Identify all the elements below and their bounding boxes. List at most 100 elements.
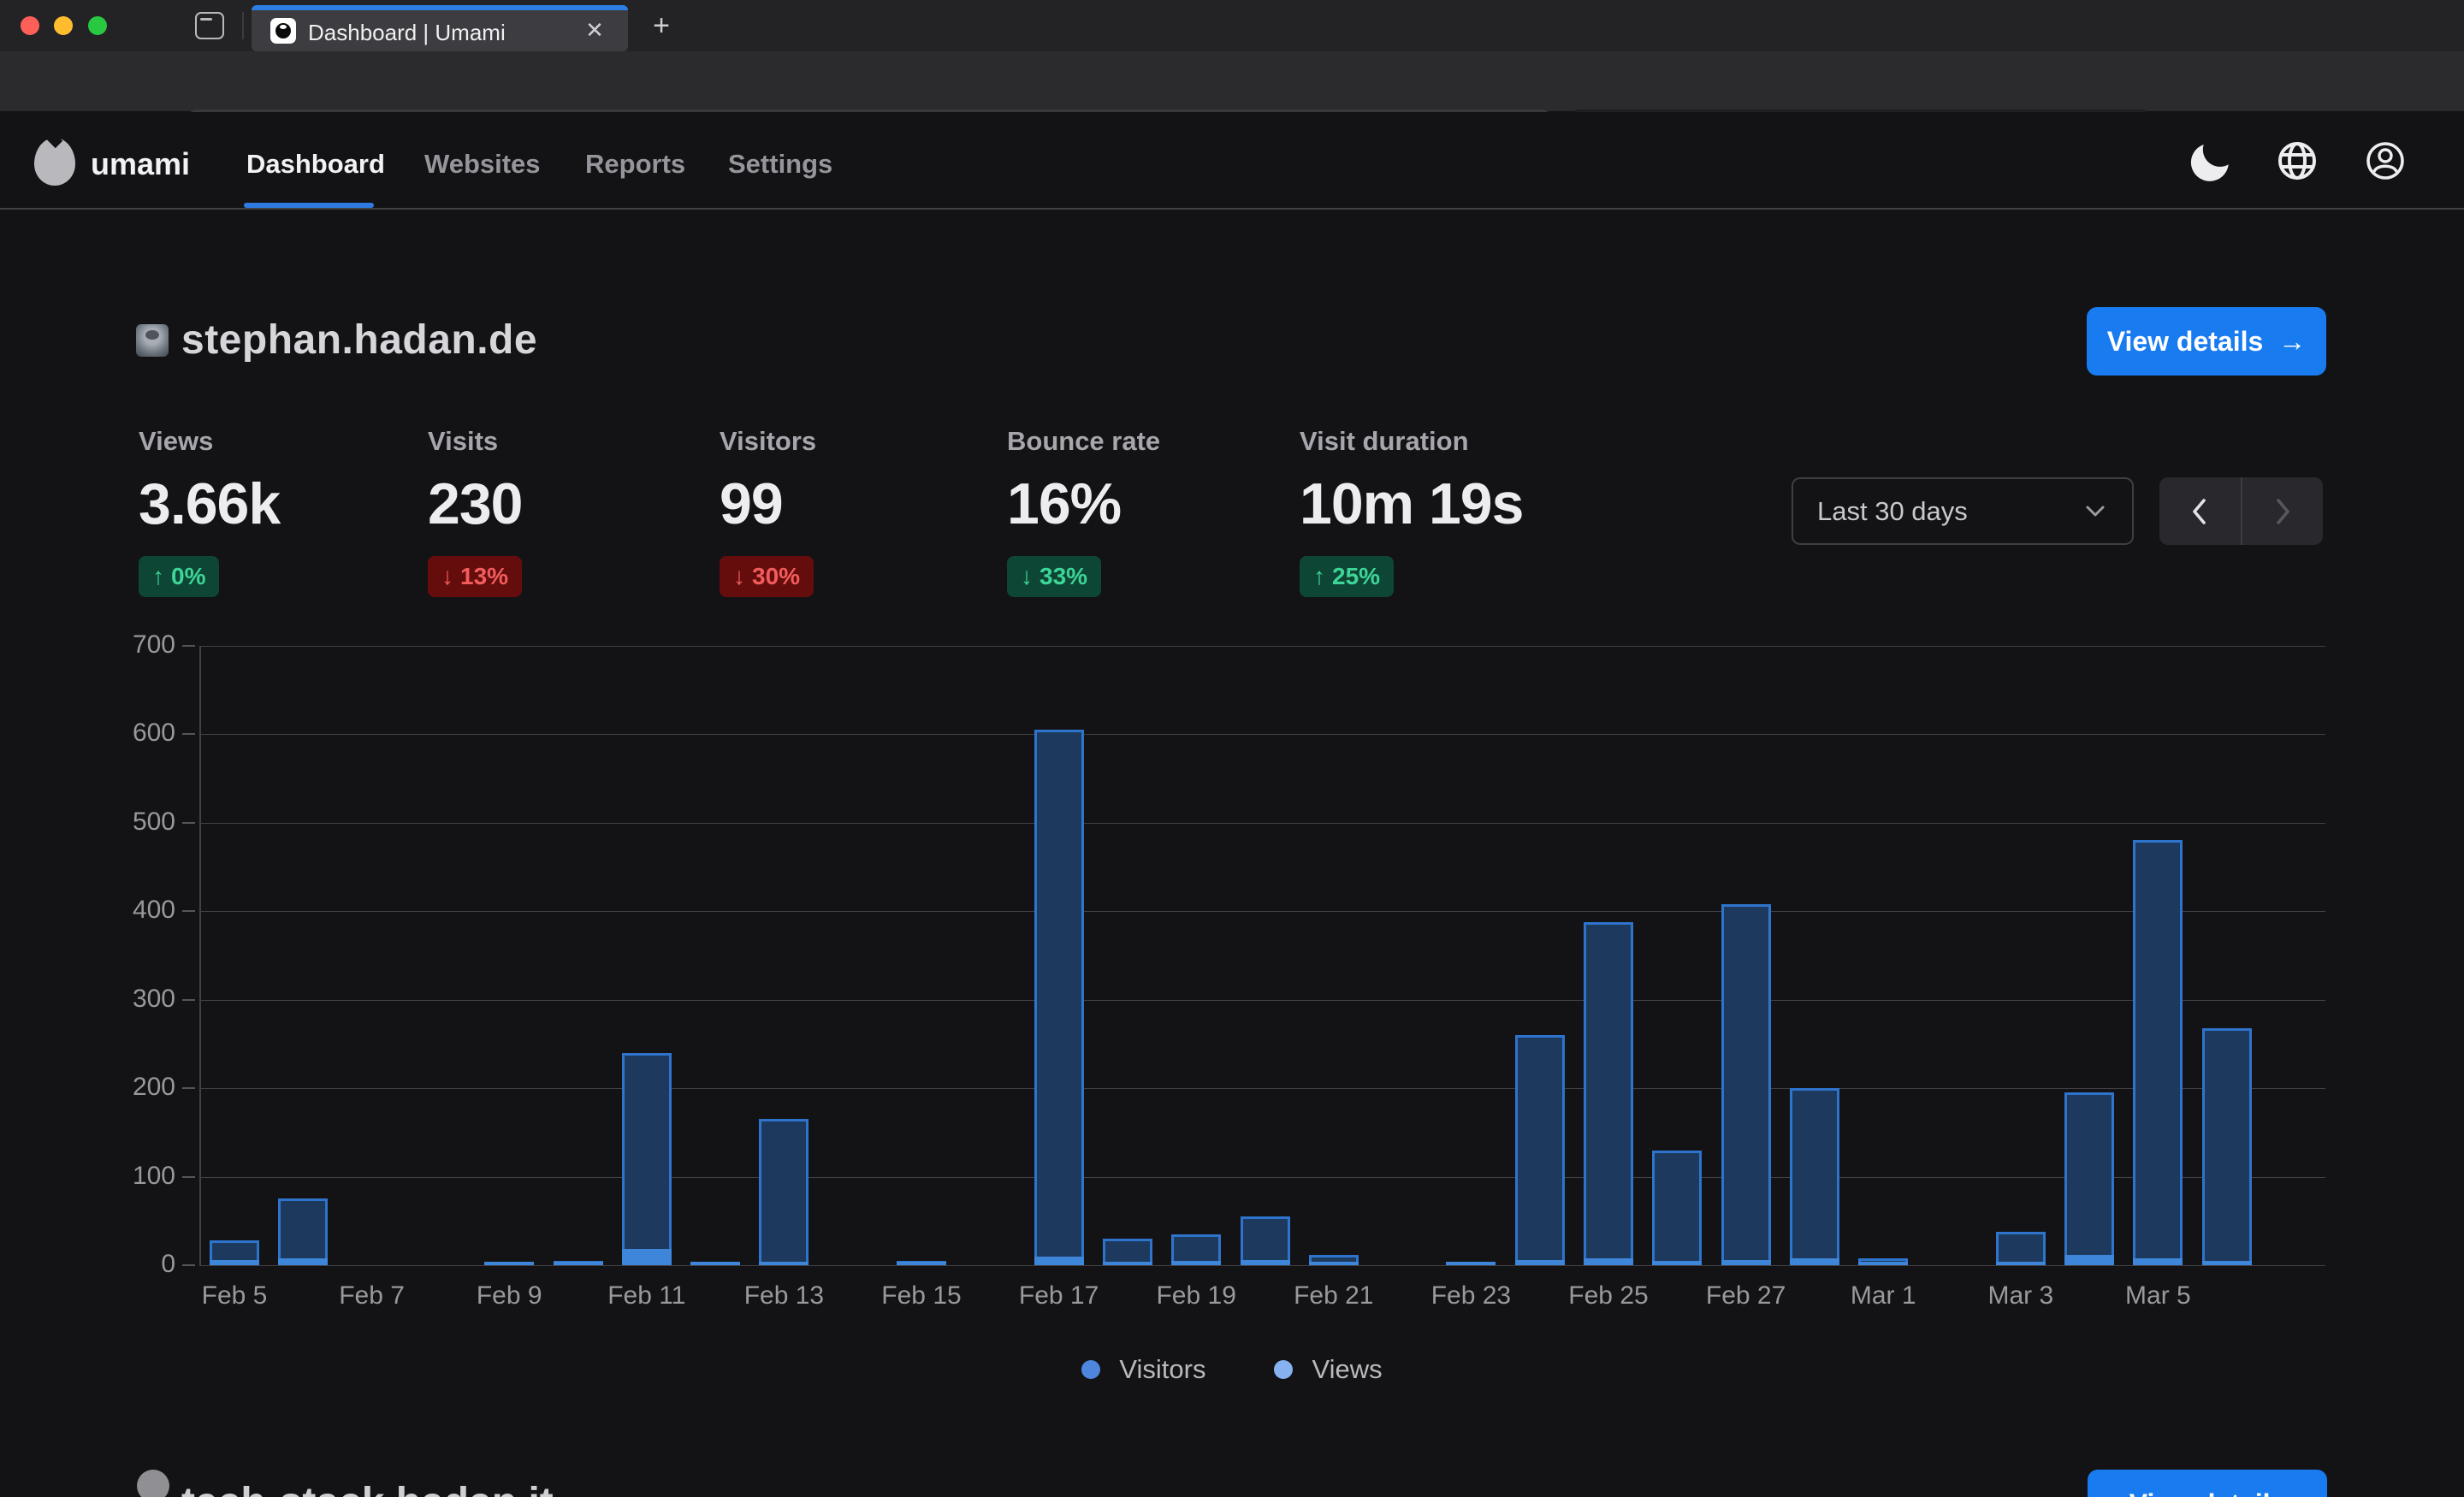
visitors-bar (1103, 1262, 1152, 1265)
views-bar (554, 1261, 603, 1265)
site-title[interactable]: stephan.hadan.de (181, 317, 537, 364)
second-view-details-button[interactable]: View details (2088, 1470, 2327, 1497)
visitors-bar (554, 1262, 603, 1265)
x-axis-label: Feb 25 (1568, 1281, 1648, 1311)
views-bar (1034, 730, 1084, 1265)
visitors-bar (690, 1262, 740, 1265)
visitors-dot-icon (1081, 1360, 1100, 1379)
chevron-right-icon (2273, 497, 2292, 526)
x-axis-label: Feb 7 (339, 1281, 405, 1311)
language-globe-icon[interactable] (2272, 136, 2322, 186)
firefox-view-icon[interactable] (195, 12, 224, 39)
second-site-title-partial[interactable]: tech-stack.hadan.it (181, 1479, 554, 1497)
views-bar (484, 1262, 534, 1265)
views-bar (690, 1262, 740, 1265)
site-favicon (136, 324, 169, 357)
browser-tab-bar: Dashboard | Umami ✕ + (0, 0, 2464, 51)
nav-item-settings[interactable]: Settings (728, 149, 832, 180)
next-period-button[interactable] (2242, 477, 2324, 545)
macos-minimize-button[interactable] (54, 16, 73, 35)
visitors-bar (1241, 1260, 1290, 1265)
metric-label: Visits (428, 426, 522, 457)
x-axis-label: Feb 23 (1431, 1281, 1511, 1311)
macos-zoom-button[interactable] (88, 16, 107, 35)
metric-change-badge: ↑ 0% (139, 556, 219, 597)
views-bar (897, 1261, 946, 1265)
prev-period-button[interactable] (2159, 477, 2241, 545)
visitors-bar (1034, 1257, 1084, 1265)
visitors-bar (1858, 1262, 1908, 1265)
views-bar (1996, 1232, 2046, 1265)
profile-icon[interactable] (2360, 136, 2410, 186)
nav-item-reports[interactable]: Reports (585, 149, 685, 180)
tab-close-icon[interactable]: ✕ (583, 19, 606, 41)
brand-name[interactable]: umami (91, 146, 190, 182)
metric-value: 16% (1007, 470, 1160, 537)
metric-label: Bounce rate (1007, 426, 1160, 457)
macos-close-button[interactable] (21, 16, 39, 35)
gridline (199, 1265, 2325, 1266)
x-axis-label: Feb 27 (1706, 1281, 1786, 1311)
trend-up-icon: ↑ (1313, 563, 1325, 590)
app-nav: umami Dashboard Websites Reports Setting… (0, 112, 2464, 210)
browser-tab[interactable]: Dashboard | Umami ✕ (252, 5, 628, 51)
trend-down-icon: ↓ (1021, 563, 1033, 590)
x-axis-label: Feb 11 (607, 1281, 685, 1311)
views-bar (1652, 1151, 1702, 1265)
x-axis-label: Feb 15 (881, 1281, 961, 1311)
metric-label: Views (139, 426, 280, 457)
visitors-bar (1652, 1261, 1702, 1265)
x-axis-label: Feb 9 (477, 1281, 542, 1311)
date-range-select[interactable]: Last 30 days (1792, 477, 2134, 545)
views-bar (210, 1240, 259, 1265)
theme-moon-icon[interactable] (2188, 136, 2237, 186)
visitors-bar (1584, 1258, 1633, 1265)
metric-value: 230 (428, 470, 522, 537)
y-axis-label: 500 (73, 808, 175, 837)
views-dot-icon (1274, 1360, 1293, 1379)
views-bar (1790, 1088, 1839, 1265)
umami-favicon (270, 18, 296, 44)
metric-visits: Visits 230 ↓ 13% (428, 426, 522, 597)
views-bar (622, 1053, 672, 1265)
y-axis-label: 200 (73, 1073, 175, 1102)
visitors-bar (1721, 1260, 1771, 1265)
view-details-button[interactable]: View details → (2087, 307, 2326, 376)
y-axis-label: 700 (73, 630, 175, 660)
umami-logo-icon[interactable] (34, 138, 75, 186)
views-bar (1515, 1035, 1565, 1265)
views-bar (1446, 1262, 1496, 1265)
views-bar (278, 1198, 328, 1265)
visitors-bar (1309, 1262, 1359, 1265)
legend-item-visitors[interactable]: Visitors (1081, 1354, 1205, 1385)
metric-change-badge: ↓ 30% (720, 556, 814, 597)
metric-value: 99 (720, 470, 816, 537)
views-bar (2133, 840, 2183, 1265)
nav-item-dashboard[interactable]: Dashboard (246, 149, 385, 180)
gridline (199, 1000, 2325, 1001)
gridline (199, 823, 2325, 824)
chevron-down-icon (2082, 503, 2108, 520)
x-axis-label: Feb 17 (1019, 1281, 1099, 1311)
visitors-bar (1790, 1258, 1839, 1265)
metric-label: Visit duration (1300, 426, 1523, 457)
y-tick-mark (182, 1087, 195, 1089)
views-bar (2064, 1092, 2114, 1265)
metric-visitors: Visitors 99 ↓ 30% (720, 426, 816, 597)
trend-down-icon: ↓ (733, 563, 745, 590)
visitors-bar (897, 1262, 946, 1265)
tab-title: Dashboard | Umami (308, 20, 506, 46)
legend-item-views[interactable]: Views (1274, 1354, 1382, 1385)
views-bar (759, 1119, 808, 1265)
new-tab-button[interactable]: + (647, 12, 676, 41)
visitors-bar (2202, 1261, 2252, 1265)
chevron-left-icon (2190, 497, 2209, 526)
x-axis-label: Feb 19 (1156, 1281, 1235, 1311)
y-tick-mark (182, 1264, 195, 1266)
gridline (199, 646, 2325, 647)
arrow-right-icon: → (2278, 326, 2306, 358)
y-tick-mark (182, 645, 195, 647)
y-tick-mark (182, 1176, 195, 1178)
nav-item-websites[interactable]: Websites (424, 149, 541, 180)
traffic-bar-chart: 0100200300400500600700Feb 5Feb 7Feb 9Feb… (0, 0, 2464, 1497)
